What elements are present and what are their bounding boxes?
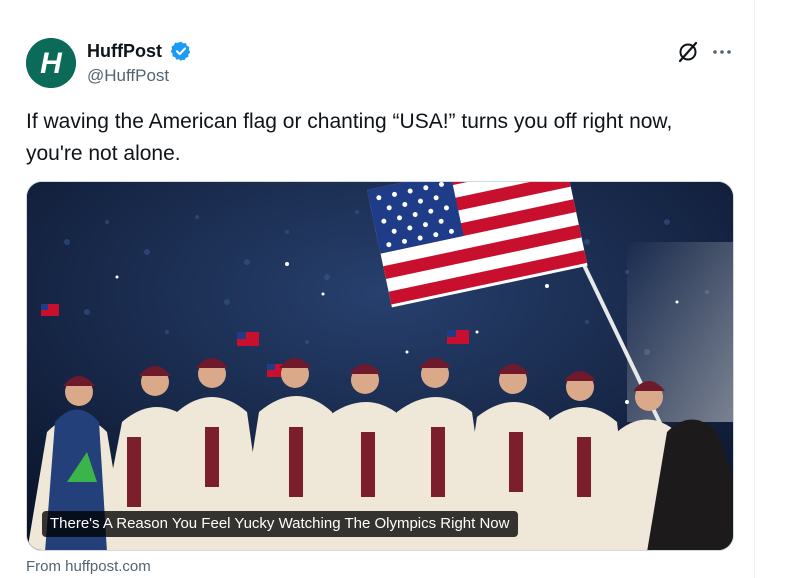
tweet-card[interactable]: H HuffPost @HuffPost If waving the Ameri… [0, 0, 755, 578]
verified-badge-icon [170, 41, 191, 62]
huffpost-logo-icon: H [26, 38, 76, 88]
link-card-image[interactable] [26, 181, 734, 551]
tweet-text: If waving the American flag or chanting … [26, 110, 673, 165]
link-card-title[interactable]: There's A Reason You Feel Yucky Watching… [42, 511, 518, 537]
author-handle[interactable]: @HuffPost [87, 65, 169, 87]
avatar-letter: H [40, 47, 63, 80]
author-name[interactable]: HuffPost [87, 40, 162, 62]
olympics-flag-photo [27, 182, 733, 550]
link-source[interactable]: From huffpost.com [26, 557, 151, 577]
avatar[interactable]: H [26, 38, 76, 88]
grok-icon[interactable] [676, 40, 700, 64]
more-icon[interactable] [710, 40, 734, 64]
